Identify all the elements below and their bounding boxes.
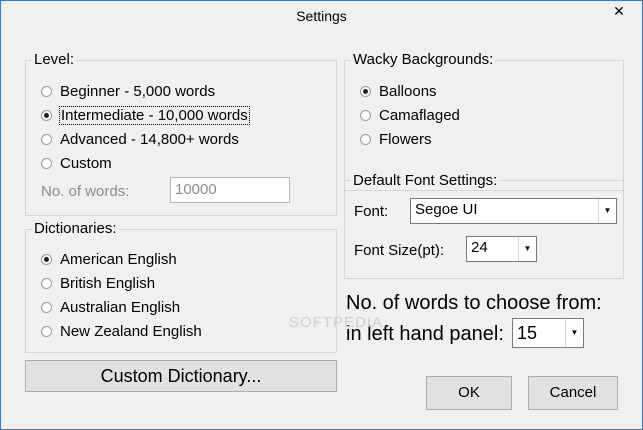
words-count-input[interactable]: 10000 xyxy=(170,177,290,203)
backgrounds-group-label: Wacky Backgrounds: xyxy=(351,51,496,68)
radio-icon[interactable] xyxy=(41,157,52,169)
dictionaries-group-label: Dictionaries: xyxy=(32,220,119,237)
title-bar: Settings ✕ xyxy=(1,1,642,32)
words-choose-value: 15 xyxy=(517,323,538,343)
radio-label: Advanced - 14,800+ words xyxy=(60,130,239,148)
chevron-down-icon[interactable]: ▼ xyxy=(565,319,583,347)
font-settings-group-label: Default Font Settings: xyxy=(351,172,500,189)
level-group: Level: Beginner - 5,000 words Intermedia… xyxy=(25,51,337,216)
radio-level-advanced[interactable]: Advanced - 14,800+ words xyxy=(41,128,239,150)
radio-icon[interactable] xyxy=(360,109,371,121)
radio-label: Intermediate - 10,000 words xyxy=(59,105,250,125)
font-settings-group: Default Font Settings: Font: Segoe UI ▼ … xyxy=(344,172,624,279)
dictionaries-group: Dictionaries: American English British E… xyxy=(25,220,337,353)
words-choose-select[interactable]: 15 ▼ xyxy=(512,318,584,348)
radio-label: Balloons xyxy=(379,82,437,100)
radio-bg-balloons[interactable]: Balloons xyxy=(360,80,437,102)
words-count-label: No. of words: xyxy=(41,183,130,200)
radio-dict-australian[interactable]: Australian English xyxy=(41,296,180,318)
font-label: Font: xyxy=(354,203,389,220)
font-size-select[interactable]: 24 ▼ xyxy=(466,236,537,262)
radio-icon[interactable] xyxy=(41,325,52,337)
radio-dict-newzealand[interactable]: New Zealand English xyxy=(41,320,202,342)
level-group-label: Level: xyxy=(32,51,77,68)
radio-icon[interactable] xyxy=(41,133,52,145)
radio-label: Camaflaged xyxy=(379,106,460,124)
radio-label: Custom xyxy=(60,154,112,172)
radio-checked-icon[interactable] xyxy=(360,85,371,97)
dialog-body: Level: Beginner - 5,000 words Intermedia… xyxy=(9,32,634,421)
radio-label: American English xyxy=(60,250,177,268)
radio-bg-camaflaged[interactable]: Camaflaged xyxy=(360,104,460,126)
window-title: Settings xyxy=(296,8,347,24)
custom-dictionary-button[interactable]: Custom Dictionary... xyxy=(25,360,337,392)
radio-checked-icon[interactable] xyxy=(41,109,52,121)
watermark: SOFTPEDIA xyxy=(289,314,384,331)
radio-icon[interactable] xyxy=(41,277,52,289)
radio-icon[interactable] xyxy=(41,85,52,97)
radio-checked-icon[interactable] xyxy=(41,253,52,265)
radio-bg-flowers[interactable]: Flowers xyxy=(360,128,432,150)
radio-level-intermediate[interactable]: Intermediate - 10,000 words xyxy=(41,104,250,126)
settings-window: Settings ✕ Level: Beginner - 5,000 words… xyxy=(0,0,643,430)
font-select-value: Segoe UI xyxy=(415,201,478,218)
chevron-down-icon[interactable]: ▼ xyxy=(518,237,536,261)
radio-icon[interactable] xyxy=(41,301,52,313)
radio-level-beginner[interactable]: Beginner - 5,000 words xyxy=(41,80,215,102)
close-icon[interactable]: ✕ xyxy=(605,2,633,20)
ok-button[interactable]: OK xyxy=(426,376,512,410)
radio-label: Beginner - 5,000 words xyxy=(60,82,216,100)
font-size-value: 24 xyxy=(471,239,488,256)
radio-label: New Zealand English xyxy=(60,322,202,340)
radio-icon[interactable] xyxy=(360,133,371,145)
radio-dict-american[interactable]: American English xyxy=(41,248,177,270)
words-choose-label-line1: No. of words to choose from: xyxy=(346,292,602,314)
radio-label: Flowers xyxy=(379,130,432,148)
chevron-down-icon[interactable]: ▼ xyxy=(598,199,616,223)
radio-label: Australian English xyxy=(60,298,181,316)
radio-dict-british[interactable]: British English xyxy=(41,272,155,294)
cancel-button[interactable]: Cancel xyxy=(528,376,618,410)
font-select[interactable]: Segoe UI ▼ xyxy=(410,198,617,224)
font-size-label: Font Size(pt): xyxy=(354,242,445,259)
radio-level-custom[interactable]: Custom xyxy=(41,152,112,174)
radio-label: British English xyxy=(60,274,156,292)
